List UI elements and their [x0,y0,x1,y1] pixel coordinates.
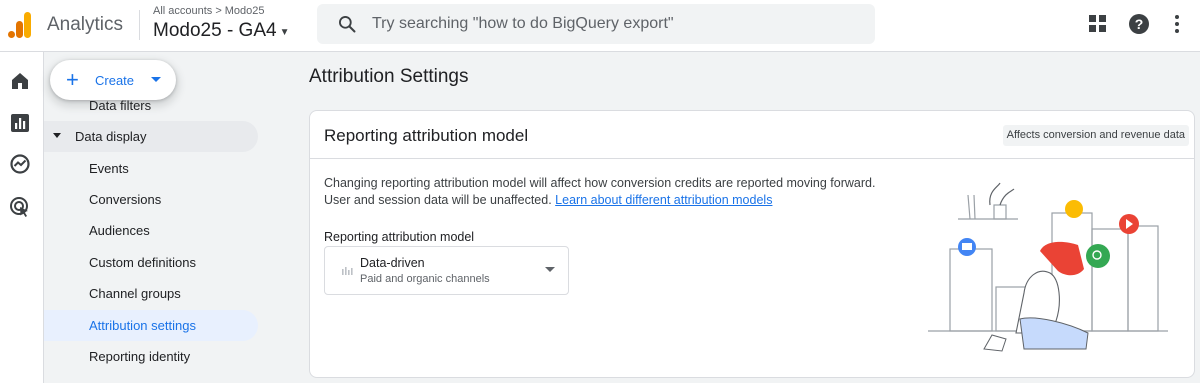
nav-item-label: Events [89,161,129,176]
nav-item-events[interactable]: Events [44,153,258,184]
admin-nav: Data filters Data display Events Convers… [44,52,274,383]
analytics-logo[interactable] [8,12,32,38]
top-app-bar: Analytics All accounts > Modo25 Modo25 - G… [0,0,1200,52]
reports-icon[interactable] [9,112,31,134]
nav-item-label: Attribution settings [89,318,196,333]
page-title: Attribution Settings [309,66,469,87]
create-button[interactable]: + Create [50,60,176,100]
chevron-right-icon: > [215,5,222,17]
info-chip: Affects conversion and revenue data [1002,125,1189,146]
advertising-icon[interactable] [9,196,31,218]
caret-down-icon [53,133,61,138]
header-divider [139,10,140,40]
select-subtext: Paid and organic channels [360,273,490,285]
nav-group-data-display[interactable]: Data display [44,121,258,152]
nav-item-channel-groups[interactable]: Channel groups [44,278,258,309]
nav-item-label: Data filters [89,98,152,113]
svg-text:?: ? [1135,16,1144,32]
learn-more-link[interactable]: Learn about different attribution models [555,193,772,207]
chevron-down-icon: ▼ [279,26,290,38]
nav-item-audiences[interactable]: Audiences [44,215,258,246]
caret-down-icon[interactable] [151,77,161,82]
nav-item-label: Conversions [89,192,162,207]
nav-group-label: Data display [75,129,147,144]
home-icon[interactable] [9,70,31,92]
attribution-model-select[interactable]: Data-driven Paid and organic channels [324,246,569,295]
create-label: Create [95,73,135,88]
explore-icon[interactable] [9,153,31,175]
nav-item-label: Channel groups [89,286,181,301]
nav-item-attribution-settings[interactable]: Attribution settings [44,310,258,341]
description-line: Changing reporting attribution model wil… [324,176,876,190]
nav-item-label: Custom definitions [89,255,196,270]
dropdown-arrow-icon [545,267,555,272]
description-text: User and session data will be unaffected… [324,193,552,207]
app-name: Analytics [47,14,124,35]
left-rail [0,52,44,383]
attribution-card: Reporting attribution model Affects conv… [309,110,1195,378]
breadcrumb-account[interactable]: Modo25 [225,5,265,17]
field-label: Reporting attribution model [324,230,475,244]
breadcrumb-root[interactable]: All accounts [153,5,212,17]
plus-icon: + [66,67,79,92]
nav-item-conversions[interactable]: Conversions [44,184,258,215]
description-line: User and session data will be unaffected… [324,192,924,209]
more-vert-icon[interactable] [1166,13,1188,35]
nav-item-custom-definitions[interactable]: Custom definitions [44,247,258,278]
card-title: Reporting attribution model [324,126,529,145]
card-header: Reporting attribution model Affects conv… [310,111,1194,159]
search-icon [339,16,356,33]
card-description: Changing reporting attribution model wil… [324,175,924,209]
attribution-illustration [928,182,1168,352]
bar-chart-icon [342,267,353,275]
help-icon[interactable]: ? [1128,13,1150,35]
breadcrumb[interactable]: All accounts > Modo25 [153,5,265,17]
property-selector[interactable]: Modo25 - GA4 ▼ [153,20,289,42]
property-name: Modo25 - GA4 [153,20,277,41]
search-input[interactable] [372,12,852,36]
select-value: Data-driven [360,256,425,270]
nav-item-reporting-identity[interactable]: Reporting identity [44,341,258,372]
search-bar[interactable] [317,4,875,44]
nav-item-label: Reporting identity [89,349,191,364]
nav-item-label: Audiences [89,223,150,238]
apps-grid-icon[interactable] [1087,13,1109,35]
